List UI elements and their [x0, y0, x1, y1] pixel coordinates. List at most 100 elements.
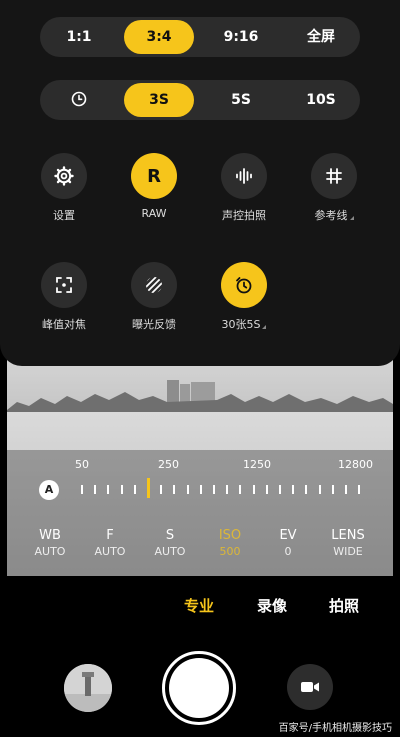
watermark-text: 百家号/手机相机摄影技巧	[278, 723, 392, 734]
param-value: 0	[284, 545, 292, 558]
iso-slider-tick	[279, 485, 281, 494]
video-camera-icon	[301, 682, 319, 692]
more-options-corner-icon	[262, 325, 267, 329]
aspect-1-1-option[interactable]: 1:1	[44, 20, 114, 54]
shutter-speed-param[interactable]: S AUTO	[140, 528, 200, 558]
iso-slider-tick	[239, 485, 242, 494]
exposure-feedback-button[interactable]	[131, 262, 177, 308]
switch-to-video-button[interactable]	[287, 664, 333, 710]
iso-scale-label: 1250	[243, 458, 271, 471]
grid-label-wrap: 参考线	[289, 207, 379, 223]
param-value: WIDE	[333, 545, 363, 558]
iso-slider-tick	[305, 485, 308, 494]
aperture-param[interactable]: F AUTO	[80, 528, 140, 558]
mode-video-tab[interactable]: 录像	[257, 595, 287, 616]
focus-peaking-button[interactable]	[41, 262, 87, 308]
exposure-feedback-label: 曝光反馈	[132, 318, 176, 331]
gallery-thumbnail[interactable]	[64, 664, 112, 712]
param-value: AUTO	[34, 545, 66, 558]
timer-burst-tool[interactable]: 30张5S	[199, 262, 289, 332]
iso-slider-tick	[252, 485, 255, 494]
exposure-feedback-tool[interactable]: 曝光反馈	[109, 262, 199, 332]
camera-viewfinder[interactable]: 50 250 1250 12800 A WB AUTO F AUTO S AUT…	[7, 340, 393, 576]
grid-tool[interactable]: 参考线	[289, 153, 379, 223]
zebra-stripes-icon	[146, 277, 162, 293]
iso-slider-tick	[81, 485, 83, 494]
voice-shutter-button[interactable]	[221, 153, 267, 199]
waveform-icon	[236, 168, 252, 184]
param-key: WB	[39, 528, 61, 543]
clock-icon	[71, 91, 87, 107]
timer-5s-option[interactable]: 5S	[206, 83, 276, 117]
param-key: F	[106, 528, 114, 543]
aspect-fullscreen-option[interactable]: 全屏	[286, 20, 356, 54]
timer-3s-option[interactable]: 3S	[124, 83, 194, 117]
iso-slider-tick	[133, 485, 136, 494]
iso-scale-label: 50	[75, 458, 89, 471]
param-key: EV	[279, 528, 297, 543]
timer-burst-icon	[236, 277, 252, 294]
grid-label: 参考线	[314, 209, 348, 222]
settings-label: 设置	[53, 209, 75, 222]
settings-tool[interactable]: 设置	[19, 153, 109, 223]
timer-off-option[interactable]	[44, 83, 114, 117]
iso-slider-tick	[331, 485, 334, 494]
aspect-ratio-selector: 1:1 3:4 9:16 全屏	[40, 17, 360, 57]
wb-param[interactable]: WB AUTO	[20, 528, 80, 558]
grid-icon	[326, 168, 342, 184]
raw-letter: R	[147, 165, 161, 187]
timer-burst-toggle[interactable]	[221, 262, 267, 308]
iso-slider-tick	[160, 485, 163, 494]
iso-slider-tick	[213, 485, 215, 494]
param-key: LENS	[331, 528, 365, 543]
settings-button[interactable]	[41, 153, 87, 199]
param-key: ISO	[218, 528, 242, 543]
lens-param[interactable]: LENS WIDE	[318, 528, 378, 558]
iso-slider-tick	[173, 485, 176, 494]
iso-slider-tick	[199, 485, 202, 494]
raw-toggle[interactable]: R	[131, 153, 177, 199]
shutter-button[interactable]	[162, 651, 236, 725]
shutter-button-core	[169, 658, 229, 718]
timer-10s-option[interactable]: 10S	[286, 83, 356, 117]
iso-slider-indicator[interactable]	[147, 478, 150, 498]
param-key: S	[165, 528, 175, 543]
voice-shutter-tool[interactable]: 声控拍照	[199, 153, 289, 223]
timer-burst-label: 30张5S	[221, 318, 261, 331]
iso-slider-tick	[226, 485, 229, 494]
voice-shutter-label: 声控拍照	[222, 209, 266, 222]
gear-icon	[54, 166, 74, 186]
iso-slider-tick	[292, 485, 295, 494]
focus-peaking-icon	[56, 277, 72, 293]
timer-burst-label-wrap: 30张5S	[199, 316, 289, 332]
timer-selector: 3S 5S 10S	[40, 80, 360, 120]
iso-slider-tick	[345, 485, 347, 494]
iso-slider-tick	[107, 485, 110, 494]
param-value: 500	[219, 545, 241, 558]
aspect-9-16-option[interactable]: 9:16	[206, 20, 276, 54]
mode-photo-tab[interactable]: 拍照	[329, 595, 359, 616]
focus-peaking-label: 峰值对焦	[42, 318, 86, 331]
mode-pro-tab[interactable]: 专业	[184, 595, 214, 616]
iso-slider-tick	[186, 485, 189, 494]
last-photo-preview	[64, 664, 112, 712]
iso-slider-tick	[94, 485, 97, 494]
iso-slider-tick	[265, 485, 268, 494]
focus-peaking-tool[interactable]: 峰值对焦	[19, 262, 109, 332]
raw-tool[interactable]: R RAW	[109, 153, 199, 220]
grid-button[interactable]	[311, 153, 357, 199]
settings-panel: 1:1 3:4 9:16 全屏 3S 5S 10S 设置 R RAW 声控拍照 …	[0, 0, 400, 366]
raw-label: RAW	[141, 207, 167, 220]
param-value: AUTO	[94, 545, 126, 558]
iso-slider-tick	[358, 485, 361, 494]
iso-param[interactable]: ISO 500	[200, 528, 260, 558]
iso-slider-tick	[318, 485, 321, 494]
iso-scale-label: 12800	[338, 458, 373, 471]
more-options-corner-icon	[349, 216, 354, 220]
auto-mode-button[interactable]: A	[39, 480, 59, 500]
aspect-3-4-option[interactable]: 3:4	[124, 20, 194, 54]
param-value: AUTO	[154, 545, 186, 558]
ev-param[interactable]: EV 0	[258, 528, 318, 558]
iso-slider-tick	[120, 485, 123, 494]
iso-scale-label: 250	[158, 458, 179, 471]
